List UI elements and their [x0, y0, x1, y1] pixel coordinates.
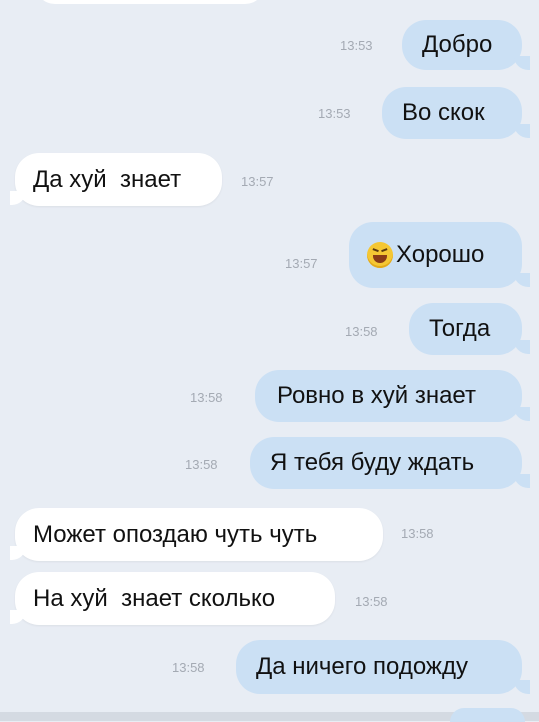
message-time: 13:58: [401, 526, 434, 541]
message-time: 13:53: [340, 38, 373, 53]
bubble-tail: [514, 273, 530, 287]
bubble-tail: [514, 56, 530, 70]
message-text: Хорошо: [396, 241, 485, 268]
message-time: 13:58: [345, 324, 378, 339]
outgoing-message[interactable]: Тогда: [409, 303, 522, 355]
incoming-message[interactable]: На хуй знает сколько: [15, 572, 335, 625]
partial-message-bubble: [35, 0, 265, 4]
bubble-tail: [10, 191, 26, 205]
message-text: Я тебя буду ждать: [270, 449, 475, 476]
message-time: 13:58: [172, 660, 205, 675]
bubble-tail: [514, 407, 530, 421]
bubble-tail: [514, 474, 530, 488]
outgoing-message[interactable]: Я тебя буду ждать: [250, 437, 522, 489]
message-time: 13:57: [241, 174, 274, 189]
message-text: Да хуй знает: [33, 165, 182, 193]
bubble-tail: [514, 340, 530, 354]
grinning-squinting-face-icon: [367, 242, 393, 268]
message-time: 13:58: [185, 457, 218, 472]
outgoing-message[interactable]: Ровно в хуй знает: [255, 370, 522, 422]
incoming-message[interactable]: Да хуй знает: [15, 153, 222, 206]
bubble-tail: [10, 546, 26, 560]
bubble-tail: [10, 610, 26, 624]
message-time: 13:58: [355, 594, 388, 609]
message-text: Может опоздаю чуть чуть: [33, 520, 318, 548]
message-text: Да ничего подожду: [256, 653, 468, 680]
incoming-message[interactable]: Может опоздаю чуть чуть: [15, 508, 383, 561]
bubble-tail: [514, 124, 530, 138]
outgoing-message[interactable]: Хорошо: [349, 222, 522, 288]
message-text: Ровно в хуй знает: [277, 382, 476, 409]
bubble-tail: [514, 680, 530, 694]
message-text: Во скок: [402, 99, 485, 126]
message-text: Тогда: [429, 315, 491, 342]
message-time: 13:53: [318, 106, 351, 121]
outgoing-message[interactable]: Да ничего подожду: [236, 640, 522, 694]
message-text: Добро: [422, 31, 493, 58]
message-time: 13:57: [285, 256, 318, 271]
outgoing-message[interactable]: Добро: [402, 20, 522, 70]
message-time: 13:58: [190, 390, 223, 405]
outgoing-message[interactable]: Во скок: [382, 87, 522, 139]
partial-message-bubble: [450, 708, 525, 722]
message-text: На хуй знает сколько: [33, 584, 276, 612]
chat-history[interactable]: 13:53 Добро 13:53 Во скок Да хуй знает 1…: [0, 0, 539, 722]
